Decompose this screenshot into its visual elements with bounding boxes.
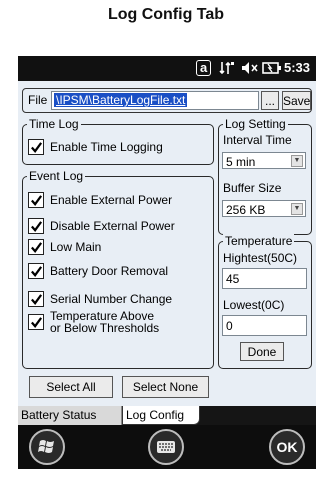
event-checkbox-serial-number-change[interactable]: Serial Number Change <box>28 291 172 307</box>
ok-button[interactable]: OK <box>269 429 305 465</box>
page-caption: Log Config Tab <box>107 6 225 23</box>
select-all-button[interactable]: Select All <box>29 376 113 398</box>
device-screen: a 5:33 File \IPSM\BatteryLogFile.txt ...… <box>18 56 316 469</box>
event-checkbox-enable-external-power[interactable]: Enable External Power <box>28 192 172 208</box>
enable-time-logging-label: Enable Time Logging <box>50 140 163 154</box>
checkbox-box <box>28 139 44 155</box>
battery-icon[interactable] <box>262 62 282 77</box>
notification-icon[interactable]: a <box>196 60 212 76</box>
checkmark-icon <box>30 241 42 253</box>
file-label: File <box>28 93 48 107</box>
event-label: Serial Number Change <box>50 292 173 306</box>
buffer-size-label: Buffer Size <box>223 181 282 195</box>
status-bar: a 5:33 <box>18 56 316 81</box>
temperature-title: Temperature <box>223 234 295 248</box>
checkmark-icon <box>30 141 42 153</box>
checkmark-icon <box>30 265 42 277</box>
volume-icon[interactable] <box>241 61 259 78</box>
log-config-panel: File \IPSM\BatteryLogFile.txt ... Save T… <box>18 81 316 406</box>
highest-temp-label: Hightest(50C) <box>223 251 298 265</box>
select-none-button[interactable]: Select None <box>122 376 209 398</box>
event-checkbox-disable-external-power[interactable]: Disable External Power <box>28 218 175 234</box>
dropdown-arrow-icon: ▼ <box>291 203 303 215</box>
checkbox-box <box>28 263 44 279</box>
interval-time-select[interactable]: 5 min ▼ <box>222 152 306 169</box>
browse-button[interactable]: ... <box>261 91 279 110</box>
event-checkbox-temperature-thresholds[interactable]: Temperature Above or Below Thresholds <box>28 310 159 334</box>
notification-label: a <box>196 60 212 76</box>
buffer-size-select[interactable]: 256 KB ▼ <box>222 200 306 217</box>
event-label: Enable External Power <box>50 193 173 207</box>
clock[interactable]: 5:33 <box>284 60 310 75</box>
checkbox-box <box>28 218 44 234</box>
buffer-size-value: 256 KB <box>226 203 266 217</box>
save-button[interactable]: Save <box>282 91 311 110</box>
event-label: Temperature Above or Below Thresholds <box>50 310 159 334</box>
lowest-temp-label: Lowest(0C) <box>223 298 285 312</box>
event-label: Battery Door Removal <box>50 264 169 278</box>
event-checkbox-low-main[interactable]: Low Main <box>28 239 101 255</box>
interval-time-label: Interval Time <box>223 133 292 147</box>
checkbox-box <box>28 314 44 330</box>
file-path-input[interactable]: \IPSM\BatteryLogFile.txt <box>51 91 259 110</box>
checkmark-icon <box>30 316 42 328</box>
log-setting-title: Log Setting <box>223 117 288 131</box>
enable-time-logging-checkbox[interactable]: Enable Time Logging <box>28 139 163 155</box>
event-checkbox-battery-door-removal[interactable]: Battery Door Removal <box>28 263 168 279</box>
event-label: Disable External Power <box>50 219 175 233</box>
checkmark-icon <box>30 220 42 232</box>
time-log-title: Time Log <box>27 117 81 131</box>
tab-battery-status[interactable]: Battery Status <box>18 406 122 425</box>
lowest-temp-value: 0 <box>226 319 233 333</box>
interval-time-value: 5 min <box>226 155 256 169</box>
checkbox-box <box>28 239 44 255</box>
start-button[interactable] <box>29 429 65 465</box>
lowest-temp-input[interactable]: 0 <box>222 315 307 336</box>
file-path-text: \IPSM\BatteryLogFile.txt <box>54 93 188 107</box>
event-label-line2: or Below Thresholds <box>50 321 160 335</box>
event-log-title: Event Log <box>27 169 86 183</box>
tab-strip: Battery Status Log Config <box>18 406 316 425</box>
event-label: Low Main <box>50 240 102 254</box>
tab-log-config[interactable]: Log Config <box>122 406 200 425</box>
windows-logo-icon <box>38 440 54 453</box>
checkmark-icon <box>30 293 42 305</box>
soft-key-bar: OK <box>18 425 316 469</box>
dropdown-arrow-icon: ▼ <box>291 155 303 167</box>
connectivity-icon[interactable] <box>219 61 235 78</box>
keyboard-button[interactable] <box>148 429 184 465</box>
highest-temp-input[interactable]: 45 <box>222 268 307 289</box>
checkmark-icon <box>30 194 42 206</box>
highest-temp-value: 45 <box>226 272 240 286</box>
done-button[interactable]: Done <box>240 342 284 361</box>
checkbox-box <box>28 291 44 307</box>
checkbox-box <box>28 192 44 208</box>
keyboard-icon <box>157 441 175 453</box>
